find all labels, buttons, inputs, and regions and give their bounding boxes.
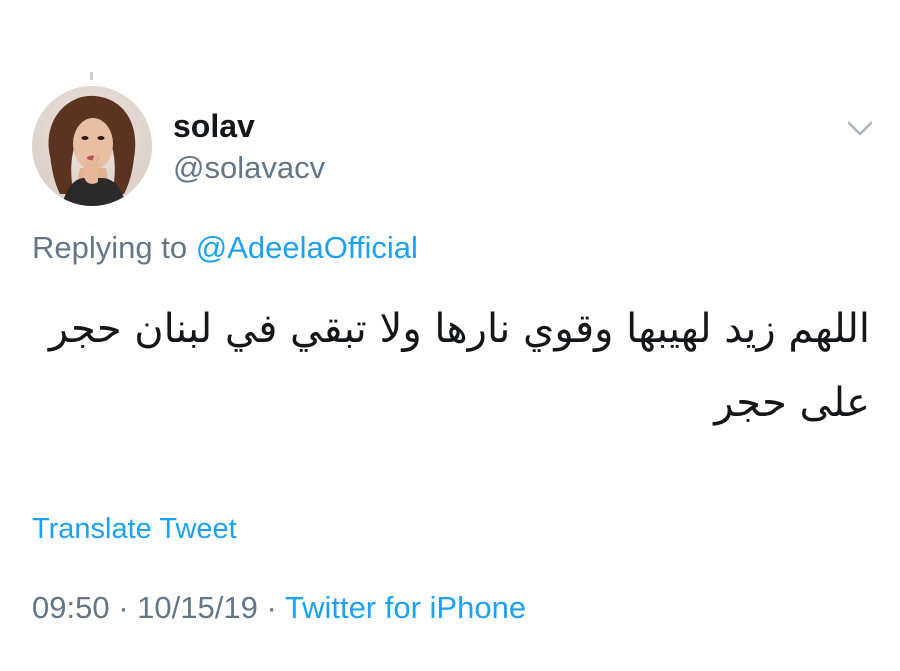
replying-to: Replying to @AdeelaOfficial — [32, 230, 418, 266]
user-handle[interactable]: @solavacv — [173, 150, 325, 186]
profile-photo — [32, 86, 152, 206]
divider — [90, 72, 93, 80]
tweet-time: 09:50 — [32, 590, 110, 625]
replying-to-label: Replying to — [32, 230, 188, 265]
tweet-meta: 09:50 · 10/15/19 · Twitter for iPhone — [32, 590, 526, 626]
meta-separator: · — [266, 590, 277, 625]
tweet-date: 10/15/19 — [137, 590, 258, 625]
translate-tweet-link[interactable]: Translate Tweet — [32, 513, 237, 546]
tweet-card: solav @solavacv Replying to @AdeelaOffic… — [0, 0, 900, 671]
mention-link[interactable]: @AdeelaOfficial — [196, 230, 418, 265]
chevron-down-icon[interactable] — [845, 117, 875, 139]
tweet-source-link[interactable]: Twitter for iPhone — [285, 590, 526, 625]
display-name[interactable]: solav — [173, 108, 255, 145]
meta-separator: · — [118, 590, 129, 625]
avatar[interactable] — [32, 86, 152, 206]
tweet-text: اللهم زيد لهيبها وقوي نارها ولا تبقي في … — [48, 306, 870, 426]
